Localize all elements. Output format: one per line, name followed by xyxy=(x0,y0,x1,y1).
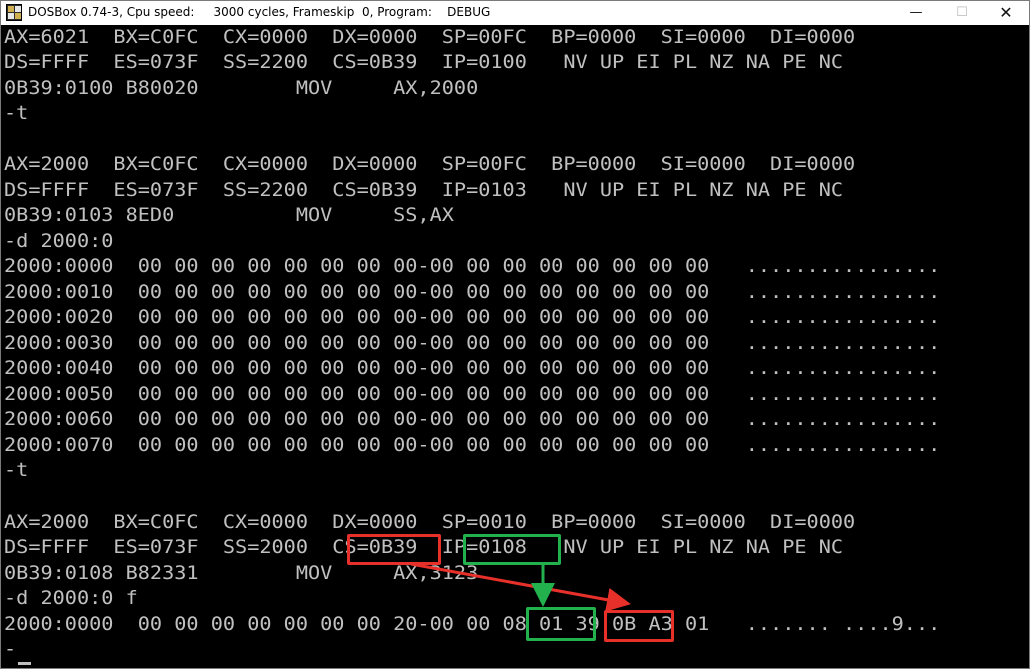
register-line: AX=6021 BX=C0FC CX=0000 DX=0000 SP=00FC … xyxy=(4,26,856,48)
command-line: -d 2000:0 xyxy=(4,230,114,252)
command-line: -t xyxy=(4,102,29,124)
memory-dump-line: 2000:0030 00 00 00 00 00 00 00 00-00 00 … xyxy=(4,332,941,354)
flags-line: DS=FFFF ES=073F SS=2200 CS=0B39 IP=0100 … xyxy=(4,51,844,73)
title-bar[interactable]: DOSBox 0.74-3, Cpu speed: 3000 cycles, F… xyxy=(1,1,1029,25)
debug-console[interactable]: AX=6021 BX=C0FC CX=0000 DX=0000 SP=00FC … xyxy=(4,25,1026,667)
memory-dump-line: 2000:0060 00 00 00 00 00 00 00 00-00 00 … xyxy=(4,408,941,430)
command-line: -t xyxy=(4,459,29,481)
dosbox-app-icon[interactable] xyxy=(6,4,22,21)
cs-stack-bytes-box xyxy=(604,610,674,642)
flags-line: DS=FFFF ES=073F SS=2200 CS=0B39 IP=0103 … xyxy=(4,179,844,201)
memory-dump-line: 2000:0000 00 00 00 00 00 00 00 00-00 00 … xyxy=(4,255,941,277)
memory-dump-line: 2000:0070 00 00 00 00 00 00 00 00-00 00 … xyxy=(4,434,941,456)
prompt-line: - xyxy=(4,638,17,660)
memory-dump-line: 2000:0050 00 00 00 00 00 00 00 00-00 00 … xyxy=(4,383,941,405)
dosbox-window: DOSBox 0.74-3, Cpu speed: 3000 cycles, F… xyxy=(0,0,1030,669)
cs-highlight-box xyxy=(347,534,441,565)
window-title: DOSBox 0.74-3, Cpu speed: 3000 cycles, F… xyxy=(28,5,491,19)
memory-dump-line: 2000:0020 00 00 00 00 00 00 00 00-00 00 … xyxy=(4,306,941,328)
memory-dump-line: 2000:0010 00 00 00 00 00 00 00 00-00 00 … xyxy=(4,281,941,303)
minimize-button[interactable]: — xyxy=(893,1,939,25)
ip-highlight-box xyxy=(463,534,561,565)
memory-dump-line: 2000:0040 00 00 00 00 00 00 00 00-00 00 … xyxy=(4,357,941,379)
text-cursor xyxy=(18,662,31,665)
close-button[interactable]: ✕ xyxy=(983,1,1029,25)
command-line: -d 2000:0 f xyxy=(4,587,138,609)
ip-stack-bytes-box xyxy=(526,607,596,641)
memory-dump-line: 2000:0000 00 00 00 00 00 00 00 20-00 00 … xyxy=(4,613,941,635)
instruction-line: 0B39:0103 8ED0 MOV SS,AX xyxy=(4,204,454,226)
instruction-line: 0B39:0100 B80020 MOV AX,2000 xyxy=(4,77,479,99)
maximize-button[interactable]: ☐ xyxy=(939,1,985,25)
register-line: AX=2000 BX=C0FC CX=0000 DX=0000 SP=0010 … xyxy=(4,511,856,533)
register-line: AX=2000 BX=C0FC CX=0000 DX=0000 SP=00FC … xyxy=(4,153,856,175)
